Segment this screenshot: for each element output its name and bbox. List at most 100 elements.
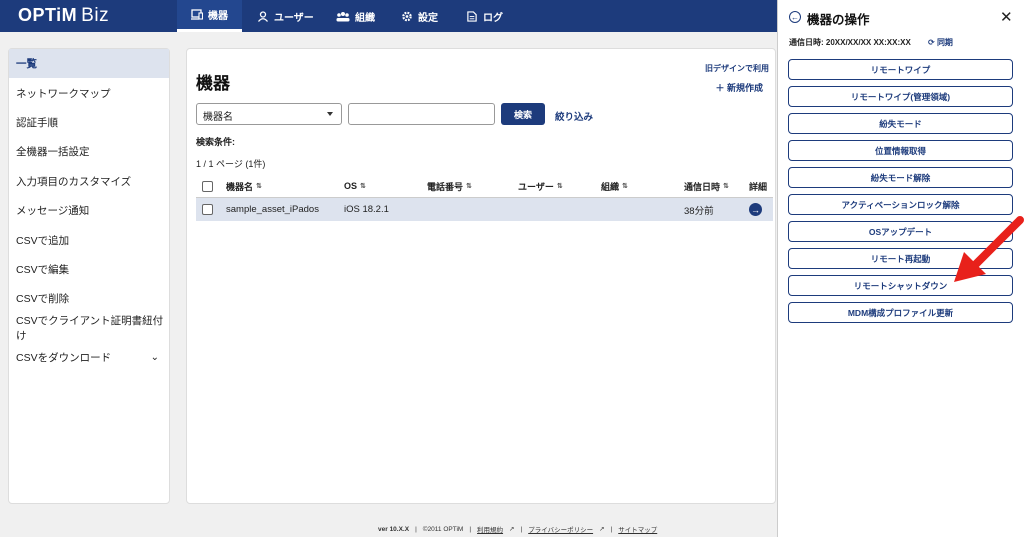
- sidebar-item-label: 一覧: [16, 58, 37, 71]
- table-row[interactable]: sample_asset_iPados iOS 18.2.1 38分前 →: [196, 198, 773, 221]
- user-icon: [257, 10, 269, 22]
- sidebar-item-label: ネットワークマップ: [16, 87, 111, 100]
- sort-icon: ⇅: [723, 183, 729, 190]
- brand-sub: Biz: [81, 5, 110, 26]
- chevron-down-icon: ⌄: [150, 352, 159, 364]
- sort-icon: ⇅: [622, 183, 628, 190]
- nav-tab-label: 設定: [418, 12, 438, 24]
- sort-icon: ⇅: [360, 183, 366, 190]
- nav-tab-org[interactable]: 組織: [336, 0, 375, 32]
- nav-tab-log[interactable]: ログ: [466, 0, 503, 32]
- footer: ver 10.X.X | ©2011 OPTiM | 利用規約 ↗ | プライバシ…: [378, 524, 657, 535]
- select-all-checkbox[interactable]: [202, 180, 213, 192]
- page-title: 機器: [196, 74, 230, 93]
- nav-tab-users[interactable]: ユーザー: [257, 0, 314, 32]
- nav-tab-label: 機器: [208, 11, 228, 22]
- divider: |: [469, 525, 472, 533]
- search-field-select[interactable]: 機器名: [196, 103, 342, 125]
- nav-tab-settings[interactable]: 設定: [401, 0, 438, 32]
- col-os[interactable]: OS ⇅: [344, 181, 366, 191]
- col-label: 電話番号: [427, 181, 464, 192]
- lost-mode-button[interactable]: 紛失モード: [788, 113, 1013, 134]
- device-icon: [191, 9, 203, 20]
- org-icon: [336, 11, 350, 21]
- sync-icon: ⟳: [928, 38, 937, 47]
- search-conditions-label: 検索条件:: [196, 137, 235, 147]
- mdm-profile-update-button[interactable]: MDM構成プロファイル更新: [788, 302, 1013, 323]
- sidebar-item-csv-delete[interactable]: CSVで削除: [9, 284, 169, 313]
- sidebar-item-label: 全機器一括設定: [16, 146, 90, 159]
- sync-label: 同期: [936, 38, 953, 47]
- sidebar-item-list[interactable]: 一覧: [9, 49, 169, 79]
- brand-name: OPTiM: [18, 5, 78, 25]
- search-button[interactable]: 検索: [501, 103, 545, 125]
- search-input[interactable]: [348, 103, 495, 125]
- back-arrow-icon[interactable]: ←: [789, 11, 801, 23]
- privacy-link[interactable]: プライバシーポリシー: [528, 524, 593, 534]
- col-label: OS: [344, 181, 358, 191]
- new-create-button[interactable]: ＋ 新規作成: [715, 81, 763, 94]
- brand-logo[interactable]: OPTiM Biz: [18, 5, 109, 27]
- col-device-name[interactable]: 機器名 ⇅: [226, 180, 262, 193]
- terms-link[interactable]: 利用規約: [477, 524, 503, 534]
- get-location-button[interactable]: 位置情報取得: [788, 140, 1013, 161]
- nav-tab-devices[interactable]: 機器: [177, 0, 242, 32]
- sidebar-item-csv-add[interactable]: CSVで追加: [9, 225, 169, 254]
- disable-lost-mode-button[interactable]: 紛失モード解除: [788, 167, 1013, 188]
- sidebar-item-label: CSVで削除: [16, 293, 70, 306]
- col-label: 機器名: [226, 181, 254, 192]
- col-label: 組織: [601, 181, 620, 192]
- activation-lock-release-button[interactable]: アクティベーションロック解除: [788, 194, 1013, 215]
- col-label: 通信日時: [684, 181, 721, 192]
- sidebar-item-bulk-settings[interactable]: 全機器一括設定: [9, 137, 169, 166]
- dropdown-caret-icon: [327, 112, 333, 116]
- divider: |: [415, 525, 417, 533]
- col-comm-time[interactable]: 通信日時 ⇅: [684, 180, 729, 193]
- sort-icon: ⇅: [556, 183, 563, 190]
- col-label: 詳細: [749, 181, 768, 192]
- cell-device-name[interactable]: sample_asset_iPados: [226, 204, 319, 215]
- nav-tab-label: ユーザー: [274, 12, 314, 24]
- filter-link[interactable]: 絞り込み: [555, 109, 593, 123]
- sidebar-item-label: CSVでクライアント証明書紐付け: [16, 315, 164, 343]
- row-checkbox[interactable]: [202, 204, 213, 215]
- sync-button[interactable]: ⟳ 同期: [928, 37, 953, 48]
- col-detail: 詳細: [749, 180, 767, 193]
- close-icon[interactable]: ✕: [1000, 8, 1013, 26]
- main-panel: 機器 旧デザインで利用 ＋ 新規作成 機器名 検索 絞り込み 検索条件: 1 /…: [186, 48, 776, 504]
- sidebar-item-label: 認証手順: [16, 116, 58, 129]
- sort-icon: ⇅: [256, 183, 262, 190]
- sidebar-item-label: CSVで編集: [16, 263, 70, 276]
- detail-arrow-icon[interactable]: →: [749, 203, 762, 216]
- sidebar-item-label: CSVをダウンロード: [16, 352, 112, 365]
- version-text: ver 10.X.X: [378, 525, 410, 533]
- external-link-icon: ↗: [599, 526, 605, 533]
- divider: |: [610, 525, 613, 533]
- old-design-link[interactable]: 旧デザインで利用: [705, 63, 769, 74]
- sidebar-item-csv-download[interactable]: CSVをダウンロード ⌄: [9, 343, 169, 372]
- comm-time: 通信日時: 20XX/XX/XX XX:XX:XX: [789, 38, 911, 47]
- remote-wipe-button[interactable]: リモートワイプ: [788, 59, 1013, 80]
- col-phone[interactable]: 電話番号 ⇅: [427, 180, 472, 193]
- col-label: ユーザー: [518, 181, 554, 192]
- col-org[interactable]: 組織 ⇅: [601, 180, 628, 193]
- sidebar-item-customize-fields[interactable]: 入力項目のカスタマイズ: [9, 167, 169, 196]
- sidebar-item-label: CSVで追加: [16, 234, 70, 247]
- cell-comm-time: 38分前: [684, 205, 714, 217]
- sort-icon: ⇅: [466, 183, 472, 190]
- sidebar-item-message-notify[interactable]: メッセージ通知: [9, 196, 169, 225]
- sitemap-link[interactable]: サイトマップ: [618, 524, 657, 534]
- log-icon: [467, 10, 477, 22]
- sidebar-item-csv-edit[interactable]: CSVで編集: [9, 255, 169, 284]
- drawer-title: 機器の操作: [807, 13, 870, 27]
- annotation-arrow-icon: [954, 216, 1024, 282]
- col-user[interactable]: ユーザー ⇅: [518, 180, 563, 193]
- external-link-icon: ↗: [509, 526, 515, 533]
- new-create-label: 新規作成: [726, 83, 763, 93]
- nav-tab-label: ログ: [483, 12, 503, 24]
- sidebar-item-auth-procedure[interactable]: 認証手順: [9, 108, 169, 137]
- copyright-text: ©2011 OPTiM: [422, 525, 464, 533]
- sidebar-item-network-map[interactable]: ネットワークマップ: [9, 78, 169, 107]
- sidebar-item-csv-client-cert[interactable]: CSVでクライアント証明書紐付け: [9, 314, 169, 343]
- remote-wipe-managed-button[interactable]: リモートワイプ(管理領域): [788, 86, 1013, 107]
